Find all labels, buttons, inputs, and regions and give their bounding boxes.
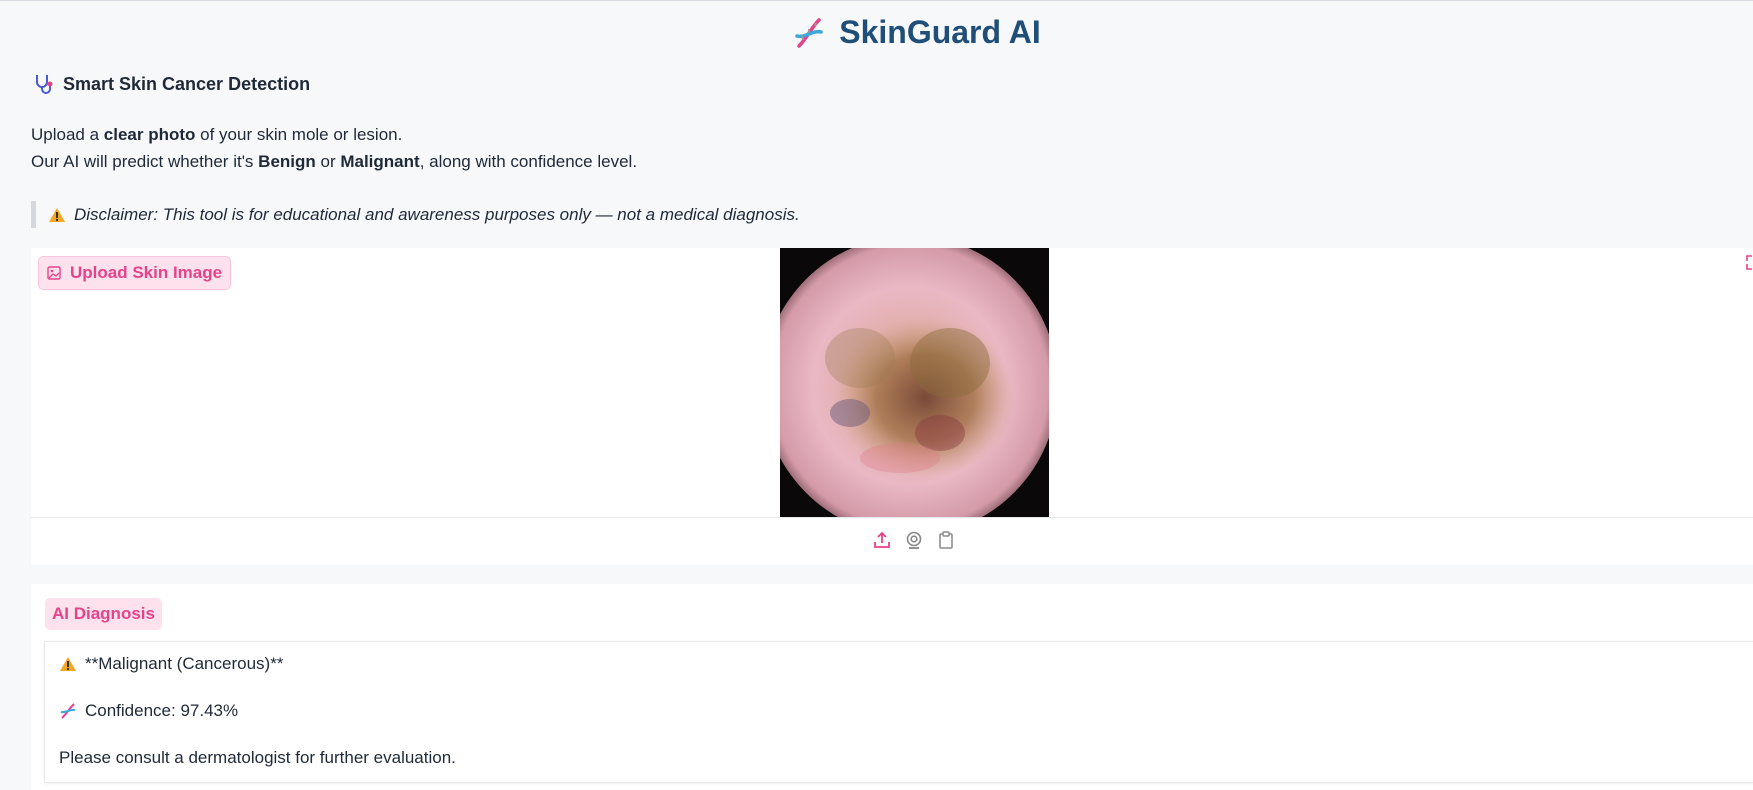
diagnosis-label: AI Diagnosis [45,598,162,630]
panel-divider [31,517,1753,518]
intro-bold-fragment: clear photo [103,125,196,144]
upload-label-text: Upload Skin Image [70,263,223,282]
dna-icon [795,17,823,48]
app-header: SkinGuard AI [0,14,1753,51]
warning-icon [49,207,65,222]
image-icon [47,266,61,280]
uploaded-skin-image [780,248,1049,517]
upload-label: Upload Skin Image [38,256,232,290]
advice-text: Please consult a dermatologist for furth… [59,748,456,767]
webcam-button[interactable] [904,529,924,551]
diagnosis-result: **Malignant (Cancerous)** [85,654,284,673]
intro-line-2: Our AI will predict whether it's Benign … [31,148,637,175]
intro-bold-fragment: Malignant [340,152,420,171]
image-upload-panel[interactable]: Upload Skin Image [31,248,1753,565]
intro-text: Upload a clear photo of your skin mole o… [31,121,637,175]
confidence-line: Confidence: 97.43% [59,701,238,721]
webcam-icon [906,531,922,549]
dna-icon [60,703,76,719]
section-heading: Smart Skin Cancer Detection [33,73,310,95]
app-title: SkinGuard AI [839,14,1041,50]
intro-text-fragment: , along with confidence level. [419,152,638,171]
warning-icon [60,657,76,671]
intro-line-1: Upload a clear photo of your skin mole o… [31,121,637,148]
disclaimer-text: Disclaimer: This tool is for educational… [74,204,800,224]
advice-line: Please consult a dermatologist for furth… [59,748,456,768]
diagnosis-result-line: **Malignant (Cancerous)** [59,654,283,674]
clipboard-icon [939,531,953,549]
upload-button[interactable] [872,529,892,551]
intro-text-fragment: Upload a [31,125,104,144]
upload-icon [874,531,890,548]
intro-bold-fragment: Benign [258,152,316,171]
section-heading-text: Smart Skin Cancer Detection [63,73,311,94]
confidence-text: Confidence: 97.43% [85,701,239,720]
upload-toolbar [872,529,956,551]
intro-text-fragment: Our AI will predict whether it's [31,152,259,171]
clipboard-button[interactable] [936,529,956,551]
disclaimer-block: Disclaimer: This tool is for educational… [31,201,848,228]
stethoscope-icon [36,75,53,94]
top-border [0,0,1753,1]
diagnosis-output: **Malignant (Cancerous)** Confidence: 97… [44,641,1753,783]
intro-text-fragment: of your skin mole or lesion. [195,125,403,144]
intro-text-fragment: or [315,152,341,171]
diagnosis-panel: AI Diagnosis **Malignant (Cancerous)** C… [31,584,1753,790]
fullscreen-icon[interactable] [1743,252,1753,274]
